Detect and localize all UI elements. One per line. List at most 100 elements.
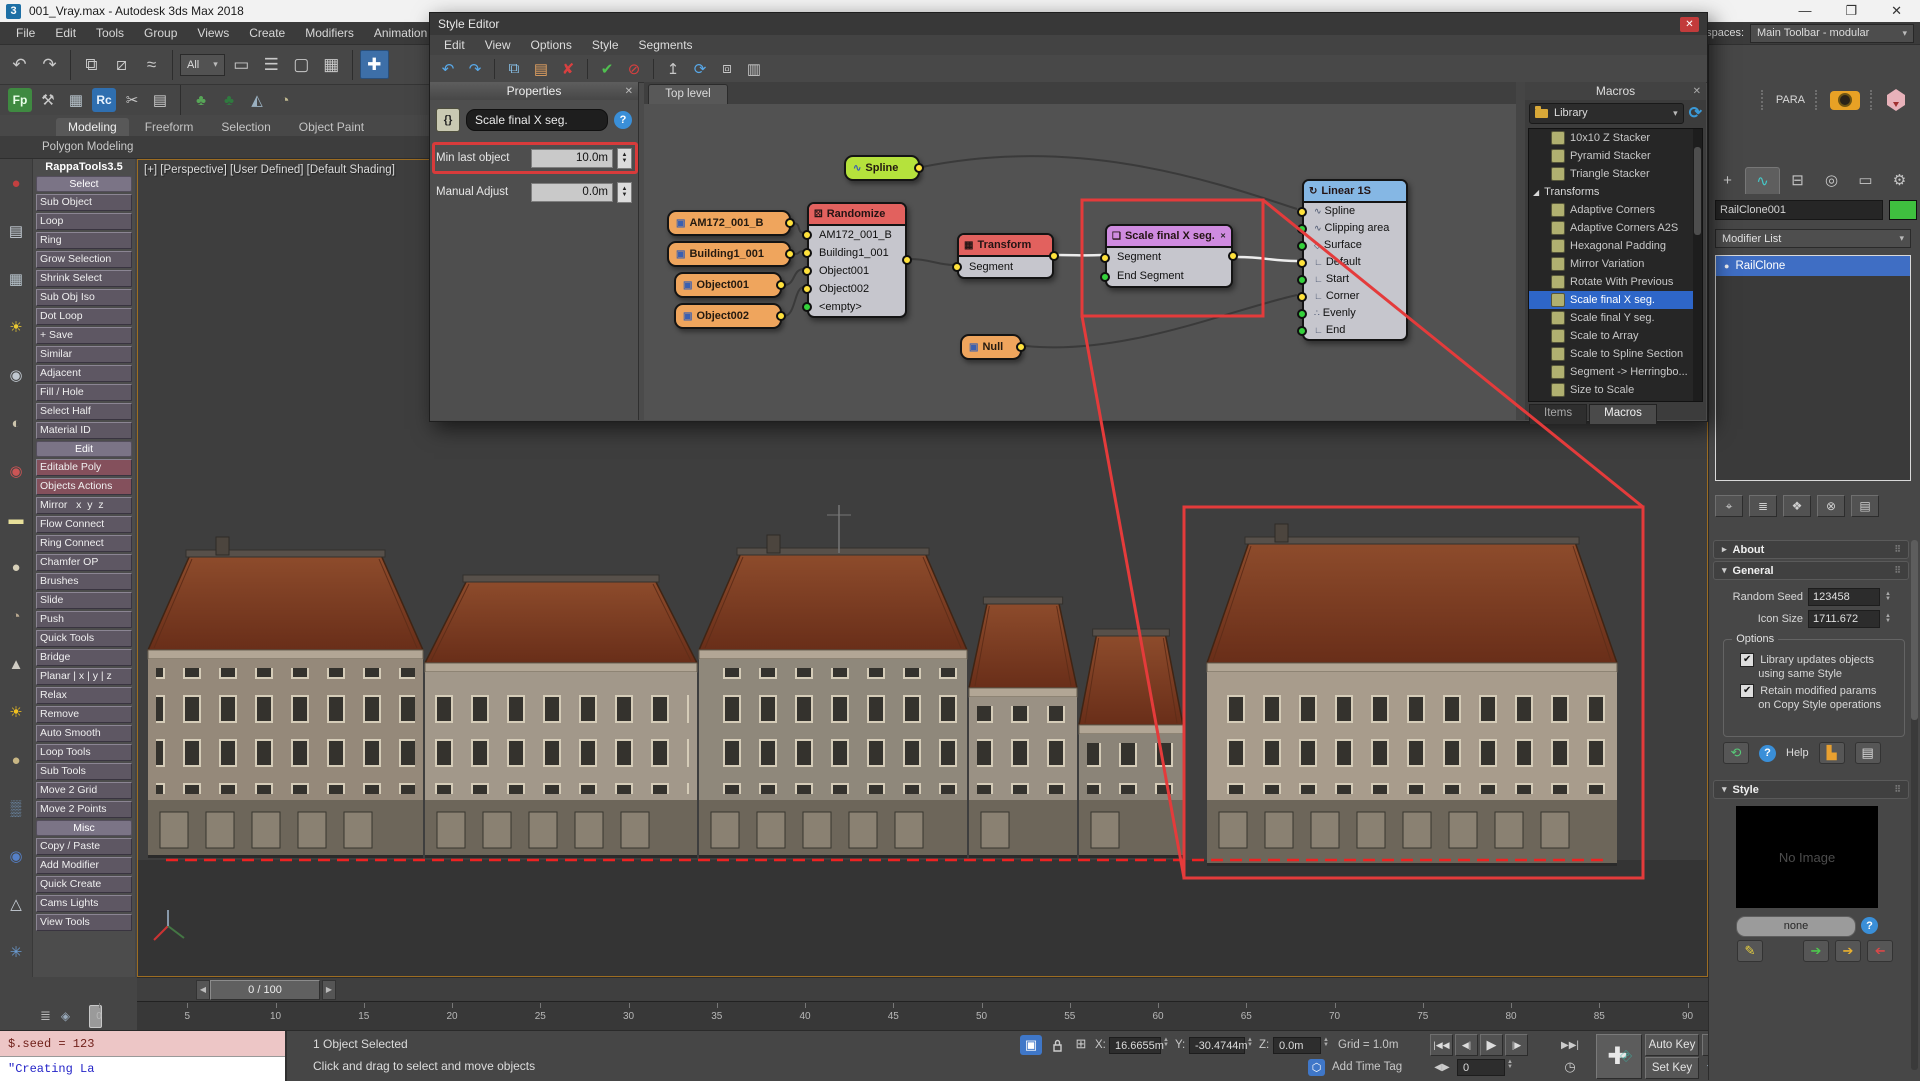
graph-node-am172[interactable]: ▣AM172_001_B [667,210,791,236]
tab-top-level[interactable]: Top level [648,84,728,104]
menu-item-file[interactable]: File [6,23,45,43]
graph-node-building1[interactable]: ▣Building1_001 [667,241,791,267]
se-menu-edit[interactable]: Edit [434,36,475,54]
redo-icon[interactable]: ↷ [36,51,63,78]
select-move-icon[interactable]: ✚ [360,50,389,79]
delete-icon[interactable]: ✘ [558,60,578,78]
crossing-selection-icon[interactable]: ▦ [318,51,345,78]
node-port[interactable] [1297,309,1307,319]
node-port[interactable] [1297,241,1307,251]
modifier-list-dropdown[interactable]: Modifier List ▾ [1715,229,1911,248]
retain-params-checkbox[interactable]: ✔ [1740,684,1754,698]
auto-key-button[interactable]: Auto Key [1645,1034,1699,1056]
rappatools-button[interactable]: Add Modifier [36,857,132,874]
node-name-field[interactable]: Scale final X seg. [466,109,608,131]
refresh-library-icon[interactable]: ⟳ [1689,103,1702,123]
rappatools-button[interactable]: Dot Loop [36,308,132,325]
node-header[interactable]: ❏Scale final X seg.✕ [1107,226,1231,248]
macro-item[interactable]: Size to Scale [1529,381,1702,399]
set-keys-button[interactable]: ✚ ⚿ [1596,1034,1642,1079]
selection-lock-icon[interactable] [1049,1037,1065,1053]
time-tag-cube-icon[interactable]: ⬡ [1308,1059,1325,1076]
random-seed-field[interactable]: 123458 [1808,588,1880,606]
rappatools-button[interactable]: Loop [36,213,132,230]
menu-item-group[interactable]: Group [134,23,187,43]
help-icon[interactable]: ? [1759,745,1776,762]
rappatools-button[interactable]: Loop Tools [36,744,132,761]
refresh-icon[interactable]: ⟳ [690,60,710,78]
tree-dark-icon[interactable]: ♣ [217,88,241,112]
camera-icon[interactable]: ◉ [9,368,22,383]
maximize-button[interactable]: ❐ [1845,3,1857,19]
listener-line-2[interactable]: "Creating La [0,1057,285,1081]
rappatools-button[interactable]: Ring Connect [36,535,132,552]
node-port[interactable] [1100,272,1110,282]
isolate-selection-icon[interactable]: ▣ [1020,1035,1042,1055]
workspaces-dropdown[interactable]: Main Toolbar - modular ▾ [1750,24,1914,43]
rollout-about[interactable]: ▸ About ⠿ [1713,540,1909,559]
close-button[interactable]: ✕ [1891,3,1902,19]
node-graph-canvas[interactable]: ∿Spline▣AM172_001_B▣Building1_001▣Object… [644,104,1516,420]
key-mode-icon[interactable]: ◈ [61,1009,70,1023]
node-port[interactable] [1297,258,1307,268]
add-time-tag[interactable]: Add Time Tag [1332,1061,1402,1073]
spinner-icon[interactable]: ▲▼ [1507,1060,1513,1070]
menu-item-edit[interactable]: Edit [45,23,86,43]
graph-node-null[interactable]: ▣Null [960,334,1022,360]
node-header[interactable]: ⚄Randomize [809,204,905,226]
spiky-ball-icon[interactable]: ✳ [10,945,23,960]
property-value-field[interactable]: 0.0m [531,183,613,202]
paste-icon[interactable]: ▤ [531,60,551,78]
rappatools-button[interactable]: Planar | x | y | z [36,668,132,685]
rappatools-button[interactable]: Sub Tools [36,763,132,780]
rappatools-button[interactable]: Copy / Paste [36,838,132,855]
grid-panel-icon[interactable]: ▦ [64,88,88,112]
macro-item[interactable]: 10x10 Z Stacker [1529,129,1702,147]
play-icon[interactable]: ▶ [1480,1034,1503,1056]
modifier-stack[interactable]: ●RailClone [1715,255,1911,481]
graph-node-transform[interactable]: ▦TransformSegment [957,233,1054,279]
rappatools-button[interactable]: Cams Lights [36,895,132,912]
rollout-style[interactable]: ▾ Style ⠿ [1713,780,1909,799]
library-dropdown[interactable]: Library ▾ [1529,103,1684,124]
statistics-icon[interactable]: ▙ [1819,742,1845,764]
rappatools-button[interactable]: Remove [36,706,132,723]
se-menu-view[interactable]: View [475,36,521,54]
graph-node-object002[interactable]: ▣Object002 [674,303,782,329]
coord-y-field[interactable]: -30.4744m [1189,1037,1245,1054]
export-icon[interactable]: ⧈ [717,60,737,77]
listener-line-1[interactable]: $.seed = 123 [0,1031,285,1057]
se-menu-segments[interactable]: Segments [629,36,703,54]
rappatools-button[interactable]: Ring [36,232,132,249]
undo-icon[interactable]: ↶ [6,51,33,78]
prev-frame-nudge[interactable]: ◀ [196,980,210,1000]
style-help-icon[interactable]: ? [1861,917,1878,934]
sticky-note-icon[interactable]: ▬ [9,512,24,527]
node-port[interactable] [1297,292,1307,302]
node-port[interactable] [802,230,812,240]
material-ball-icon[interactable]: ● [11,176,20,191]
node-port[interactable] [1016,342,1026,352]
node-port[interactable] [1297,224,1307,234]
rappatools-button[interactable]: Bridge [36,649,132,666]
spinner-icon[interactable]: ▲▼ [1247,1038,1253,1048]
configure-modifier-icon[interactable]: ▤ [1851,495,1879,517]
graph-node-linear[interactable]: ↻Linear 1S∿Spline∿Clipping area◇Surface∟… [1302,179,1408,341]
node-port[interactable] [1297,275,1307,285]
pyramid-icon[interactable]: △ [10,897,22,912]
axis-constraint-icon[interactable]: ⊞ [1072,1035,1090,1053]
spinner-icon[interactable]: ▲▼ [617,148,632,169]
go-end-icon[interactable]: ▶▶| [1560,1036,1580,1054]
menu-item-modifiers[interactable]: Modifiers [295,23,364,43]
rappatools-button[interactable]: View Tools [36,914,132,931]
macros-tab-macros[interactable]: Macros [1589,404,1657,424]
node-port[interactable] [776,280,786,290]
macro-item[interactable]: Scale final X seg. [1529,291,1702,309]
edit-style-icon[interactable]: ✎ [1737,940,1763,962]
graph-node-object001[interactable]: ▣Object001 [674,272,782,298]
object-color-swatch[interactable] [1889,200,1917,220]
rappatools-button[interactable]: Chamfer OP [36,554,132,571]
rappatools-button[interactable]: Editable Poly [36,459,132,476]
rappatools-button[interactable]: Fill / Hole [36,384,132,401]
node-port[interactable] [802,248,812,258]
